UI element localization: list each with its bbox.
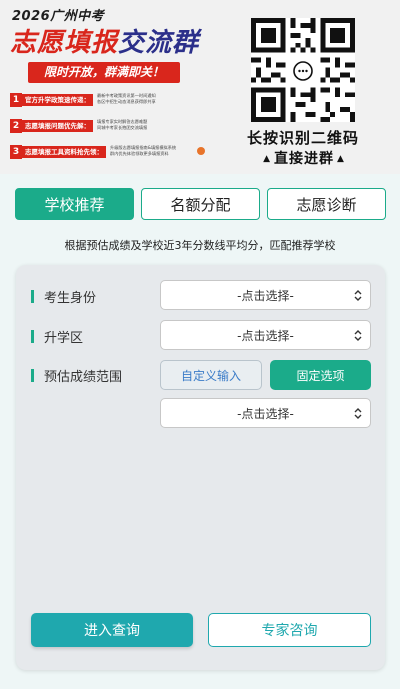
tab-volunteer-diagnosis[interactable]: 志愿诊断 <box>267 188 386 220</box>
benefit-title: 官方升学政策速传递： <box>22 94 93 106</box>
label-accent-bar <box>31 290 34 303</box>
tab-quota-allocation[interactable]: 名额分配 <box>141 188 260 220</box>
district-select[interactable]: -点击选择- <box>160 320 371 350</box>
page-description: 根据预估成绩及学校近3年分数线平均分，匹配推荐学校 <box>64 239 336 252</box>
label-accent-bar <box>31 369 34 382</box>
select-arrows-icon <box>354 408 362 419</box>
benefit-number: 1 <box>10 93 22 107</box>
qr-caption-line1: 长按识别二维码 <box>246 129 359 147</box>
identity-select-value: -点击选择- <box>237 288 294 303</box>
fixed-options-button[interactable]: 固定选项 <box>270 360 371 390</box>
query-button[interactable]: 进入查询 <box>31 613 193 647</box>
banner-subtitle: 限时开放，群满即关！ <box>28 62 180 83</box>
score-range-select[interactable]: -点击选择- <box>160 398 371 428</box>
qr-center-logo <box>291 59 314 82</box>
benefit-desc-line: 各区中招生动态消息获得即共享 <box>97 99 156 104</box>
select-arrows-icon <box>354 330 362 341</box>
chat-bubble-icon <box>292 60 313 81</box>
benefit-title: 志愿填报问题优先解： <box>22 120 93 132</box>
identity-select[interactable]: -点击选择- <box>160 280 371 310</box>
score-range-select-value: -点击选择- <box>237 406 294 421</box>
benefit-desc: 最新中考政策资讯第一时间通知 各区中招生动态消息获得即共享 <box>97 93 156 105</box>
promo-banner[interactable]: 2026广州中考 志愿填报交流群 限时开放，群满即关！ 1 官方升学政策速传递：… <box>0 0 400 174</box>
district-label: 升学区 <box>31 327 83 346</box>
custom-input-button[interactable]: 自定义输入 <box>160 360 262 390</box>
banner-title-part1: 志愿填报 <box>10 28 119 58</box>
score-range-label: 预估成绩范围 <box>31 366 122 385</box>
qr-caption-line2: ▲ 直接进群 ▲ <box>240 148 368 168</box>
district-label-text: 升学区 <box>44 331 84 346</box>
benefit-desc-line: 同城中考家长抱团交流填报 <box>97 125 148 130</box>
decorative-dot-icon <box>197 147 205 155</box>
benefit-title: 志愿填报工具资料抢先领： <box>22 146 106 158</box>
qr-caption-text: 直接进群 <box>274 151 334 167</box>
qr-code[interactable] <box>251 18 355 122</box>
identity-label: 考生身份 <box>31 287 96 306</box>
tab-school-recommend[interactable]: 学校推荐 <box>15 188 134 220</box>
benefit-number: 2 <box>10 119 22 133</box>
banner-title-part2: 交流群 <box>118 28 200 58</box>
banner-benefit-item: 2 志愿填报问题优先解： 填报专家实时解答志愿难题 同城中考家长抱团交流填报 <box>10 116 200 141</box>
benefit-desc: 升级版志愿填报指南&填报模拟系统 群内优先体验领取更多填报资料 <box>110 145 176 157</box>
benefit-desc: 填报专家实时解答志愿难题 同城中考家长抱团交流填报 <box>97 119 147 131</box>
triangle-icon: ▲ <box>263 154 271 164</box>
banner-title: 志愿填报交流群 <box>10 22 199 59</box>
triangle-icon: ▲ <box>337 154 345 164</box>
benefit-number: 3 <box>10 145 22 159</box>
score-range-label-text: 预估成绩范围 <box>44 370 123 385</box>
district-select-value: -点击选择- <box>237 328 294 343</box>
benefit-desc-line: 群内优先体验领取更多填报资料 <box>110 151 169 156</box>
select-arrows-icon <box>354 290 362 301</box>
identity-label-text: 考生身份 <box>44 291 97 306</box>
banner-benefit-list: 1 官方升学政策速传递： 最新中考政策资讯第一时间通知 各区中招生动态消息获得即… <box>10 90 200 168</box>
banner-benefit-item: 3 志愿填报工具资料抢先领： 升级版志愿填报指南&填报模拟系统 群内优先体验领取… <box>10 142 200 167</box>
banner-benefit-item: 1 官方升学政策速传递： 最新中考政策资讯第一时间通知 各区中招生动态消息获得即… <box>10 90 200 115</box>
label-accent-bar <box>31 330 34 343</box>
expert-consult-button[interactable]: 专家咨询 <box>208 613 371 647</box>
